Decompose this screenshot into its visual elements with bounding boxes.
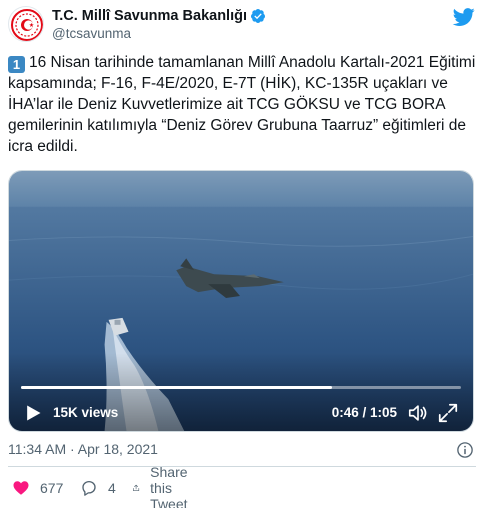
- heart-icon: [13, 481, 29, 495]
- verified-badge-icon: [251, 9, 265, 23]
- like-button[interactable]: 677: [12, 478, 63, 498]
- share-icon: [133, 484, 140, 492]
- keycap-digit-one-emoji: 1: [8, 56, 25, 73]
- author-handle[interactable]: @tcsavunma: [52, 26, 131, 41]
- video-progress-fill: [21, 386, 333, 389]
- tweet-card[interactable]: T.C. Millî Savunma Bakanlığı @tcsavunma …: [0, 0, 484, 508]
- ministry-logo-icon: [11, 9, 43, 41]
- like-count: 677: [40, 480, 64, 496]
- volume-icon[interactable]: [407, 402, 429, 424]
- video-view-count: 15K views: [53, 405, 119, 420]
- video-time: 0:46 / 1:05: [331, 405, 397, 420]
- author-name[interactable]: T.C. Millî Savunma Bakanlığı: [52, 8, 247, 24]
- avatar[interactable]: [8, 6, 44, 42]
- video-frame: [9, 171, 473, 431]
- tweet-header: T.C. Millî Savunma Bakanlığı @tcsavunma: [8, 6, 476, 42]
- author-name-row[interactable]: T.C. Millî Savunma Bakanlığı: [52, 7, 266, 25]
- reply-button[interactable]: 4: [80, 478, 116, 498]
- video-controls: 15K views 0:46 / 1:05: [9, 399, 473, 429]
- play-icon[interactable]: [23, 403, 43, 423]
- info-icon[interactable]: [456, 441, 474, 459]
- tweet-timestamp[interactable]: 11:34 AM · Apr 18, 2021: [8, 441, 158, 457]
- twitter-bird-icon[interactable]: [452, 6, 476, 28]
- tweet-text: 1 16 Nisan tarihinde tamamlanan Millî Ana…: [8, 52, 476, 157]
- tweet-body: 16 Nisan tarihinde tamamlanan Millî Anad…: [8, 54, 480, 155]
- reply-count: 4: [108, 480, 116, 496]
- share-button[interactable]: Share this Tweet: [132, 464, 197, 508]
- divider: [8, 466, 476, 467]
- reply-icon: [82, 480, 96, 496]
- share-label: Share this Tweet: [150, 464, 188, 508]
- fullscreen-icon[interactable]: [437, 402, 459, 424]
- video-progress-bar[interactable]: [21, 386, 461, 389]
- video-player[interactable]: 15K views 0:46 / 1:05: [8, 170, 474, 432]
